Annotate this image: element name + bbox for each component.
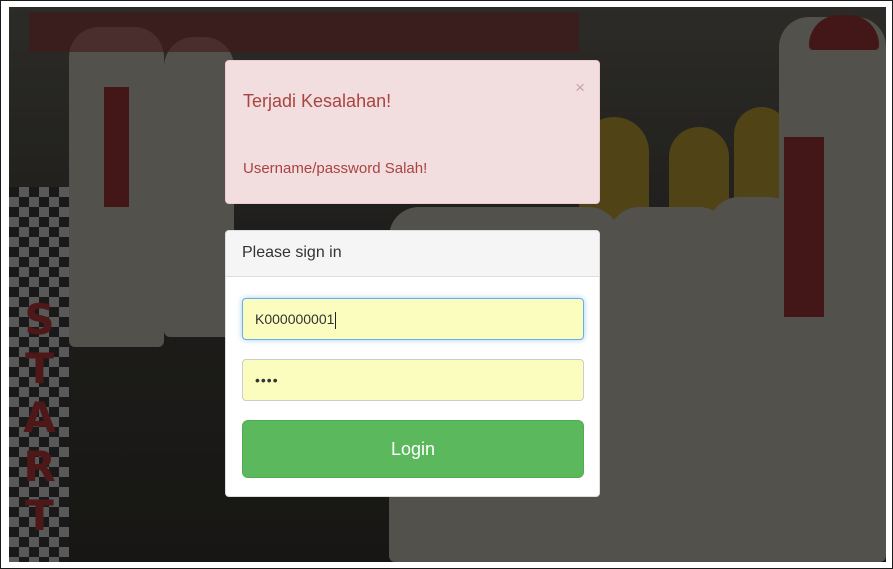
login-panel: Please sign in K000000001 •••• Login xyxy=(225,230,600,497)
alert-message: Username/password Salah! xyxy=(243,160,428,177)
error-alert: × Terjadi Kesalahan! Username/password S… xyxy=(225,60,600,204)
login-button[interactable]: Login xyxy=(242,420,584,478)
panel-heading: Please sign in xyxy=(226,231,599,277)
password-input[interactable]: •••• xyxy=(242,359,584,401)
text-caret xyxy=(335,311,337,329)
username-value: K000000001 xyxy=(255,311,335,327)
password-masked-value: •••• xyxy=(255,372,279,388)
alert-title: Terjadi Kesalahan! xyxy=(243,91,392,111)
alert-close-button[interactable]: × xyxy=(575,79,585,96)
username-input[interactable]: K000000001 xyxy=(242,298,584,340)
screenshot-frame: START × Terjadi Kesalahan! Username/pass… xyxy=(0,0,893,569)
